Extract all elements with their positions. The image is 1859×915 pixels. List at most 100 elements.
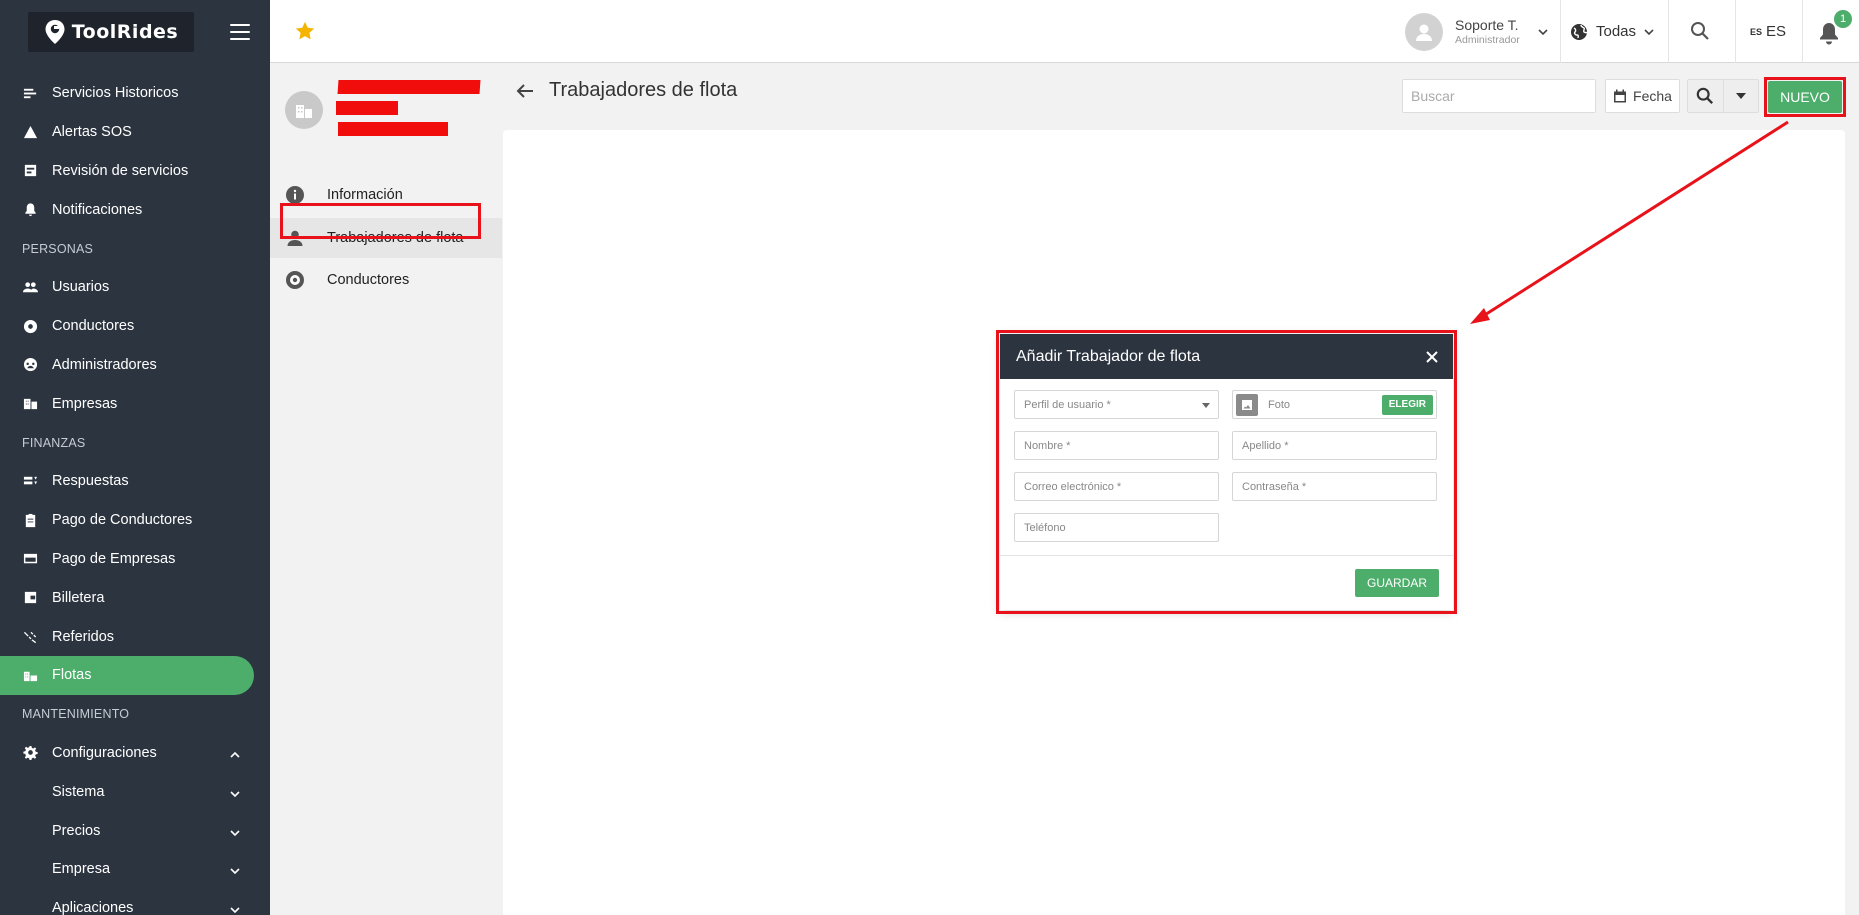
calendar-icon <box>1614 89 1627 103</box>
sidebar-item-precios[interactable]: Precios <box>0 811 270 850</box>
sidebar-item-pago-conductores[interactable]: Pago de Conductores <box>0 501 270 540</box>
subnav-item-label: Conductores <box>327 272 410 288</box>
steering-wheel-icon <box>285 270 305 290</box>
sidebar-item-label: Administradores <box>52 356 157 373</box>
globe-icon <box>1571 23 1588 40</box>
language-flag-code: ES <box>1750 26 1763 37</box>
chevron-down-icon <box>1644 28 1654 35</box>
section-personas: PERSONAS <box>22 241 94 256</box>
date-filter-button[interactable]: Fecha <box>1605 79 1680 113</box>
logo-text: ToolRides <box>71 21 179 43</box>
wallet-icon <box>22 590 38 606</box>
sidebar-item-label: Usuarios <box>52 279 110 296</box>
user-menu[interactable]: Soporte T. Administrador <box>1405 8 1548 56</box>
sidebar-item-revision-servicios[interactable]: Revisión de servicios <box>0 152 270 191</box>
sidebar-item-notificaciones[interactable]: Notificaciones <box>0 190 270 229</box>
sidebar-item-label: Aplicaciones <box>52 900 134 915</box>
back-arrow-icon[interactable] <box>515 81 535 101</box>
clipboard-icon <box>22 512 38 528</box>
search-input[interactable] <box>1402 79 1596 113</box>
search-icon[interactable] <box>1690 21 1710 41</box>
sidebar-item-referidos[interactable]: Referidos <box>0 617 270 656</box>
sidebar-item-label: Alertas SOS <box>52 124 132 141</box>
building-icon <box>296 105 312 118</box>
sidebar-item-configuraciones[interactable]: Configuraciones <box>0 734 270 773</box>
redacted-text <box>338 122 448 136</box>
referral-icon <box>22 629 38 645</box>
user-name: Soporte T. <box>1455 17 1519 33</box>
zone-selector[interactable]: Todas <box>1570 0 1654 63</box>
sidebar-item-servicios-historicos[interactable]: Servicios Historicos <box>0 74 270 113</box>
person-icon <box>1416 24 1432 41</box>
sidebar-item-label: Servicios Historicos <box>52 85 179 102</box>
sidebar-item-label: Pago de Conductores <box>52 512 193 529</box>
fleet-subnav: Información Trabajadores de flota Conduc… <box>270 63 502 915</box>
search-options-dropdown[interactable] <box>1722 80 1758 112</box>
sidebar-item-sistema[interactable]: Sistema <box>0 772 270 811</box>
sidebar-item-conductores[interactable]: Conductores <box>0 307 270 346</box>
page-header: Trabajadores de flota <box>515 79 737 102</box>
redacted-text <box>337 80 481 94</box>
highlight-box-trabajadores <box>280 203 481 239</box>
chevron-down-icon <box>1538 29 1548 36</box>
zone-label: Todas <box>1596 23 1637 40</box>
sidebar-header: ToolRides <box>0 0 270 64</box>
divider <box>1735 0 1736 63</box>
sidebar-item-flotas[interactable]: Flotas <box>0 655 254 695</box>
sidebar-item-pago-empresas[interactable]: Pago de Empresas <box>0 540 270 579</box>
highlight-box-new-button <box>1764 77 1846 117</box>
sidebar-item-label: Empresas <box>52 395 118 412</box>
divider <box>1560 0 1561 63</box>
building-icon <box>22 396 38 412</box>
app-logo[interactable]: ToolRides <box>28 12 194 52</box>
sidebar-item-respuestas[interactable]: Respuestas <box>0 462 270 501</box>
sidebar-item-label: Notificaciones <box>52 201 143 218</box>
sidebar-item-usuarios[interactable]: Usuarios <box>0 268 270 307</box>
gear-icon <box>22 745 38 761</box>
language-label: ES <box>1766 23 1787 40</box>
redacted-text <box>336 101 398 115</box>
sidebar-item-label: Referidos <box>52 628 115 645</box>
chevron-down-icon <box>230 826 240 836</box>
user-info: Soporte T. Administrador <box>1455 17 1520 47</box>
sidebar-item-administradores[interactable]: Administradores <box>0 346 270 385</box>
sidebar-item-aplicaciones[interactable]: Aplicaciones <box>0 889 270 915</box>
card-icon <box>22 551 38 567</box>
sidebar-item-label: Revisión de servicios <box>52 162 189 179</box>
chevron-down-icon <box>230 787 240 797</box>
bell-icon <box>22 202 38 218</box>
section-mantenimiento: MANTENIMIENTO <box>22 707 130 722</box>
search-icon <box>1697 87 1714 105</box>
date-filter-label: Fecha <box>1633 88 1672 104</box>
sidebar-item-empresas[interactable]: Empresas <box>0 384 270 423</box>
favorite-star-icon[interactable] <box>294 20 316 42</box>
sidebar-item-label: Precios <box>52 822 101 839</box>
chevron-up-icon <box>230 748 240 758</box>
user-role: Administrador <box>1455 34 1520 46</box>
fleet-avatar <box>285 91 323 129</box>
chevron-down-icon <box>230 864 240 875</box>
subnav-item-label: Información <box>327 187 403 203</box>
avatar <box>1405 13 1443 51</box>
sidebar-item-label: Pago de Empresas <box>52 550 176 567</box>
sidebar-item-empresa[interactable]: Empresa <box>0 850 270 889</box>
search-button-group <box>1687 79 1759 113</box>
notifications-button[interactable]: 1 <box>1818 10 1852 46</box>
users-icon <box>22 279 38 295</box>
sidebar-item-alertas-sos[interactable]: Alertas SOS <box>0 113 270 152</box>
language-selector[interactable]: ES ES <box>1750 0 1786 63</box>
sidebar-item-billetera[interactable]: Billetera <box>0 578 270 617</box>
page-title: Trabajadores de flota <box>549 79 738 101</box>
sidebar-item-label: Respuestas <box>52 473 129 490</box>
sidebar-item-label: Configuraciones <box>52 744 157 761</box>
menu-toggle-icon[interactable] <box>230 24 250 40</box>
search-button[interactable] <box>1688 80 1723 112</box>
subnav-item-conductores[interactable]: Conductores <box>270 260 502 300</box>
sidebar-item-label: Sistema <box>52 783 105 800</box>
info-icon <box>285 185 305 205</box>
steering-wheel-icon <box>22 318 38 334</box>
sidebar-menu: Servicios Historicos Alertas SOS Revisió… <box>0 64 270 915</box>
location-pin-icon <box>45 20 65 44</box>
warning-icon <box>22 124 38 140</box>
chevron-down-icon <box>230 903 240 914</box>
